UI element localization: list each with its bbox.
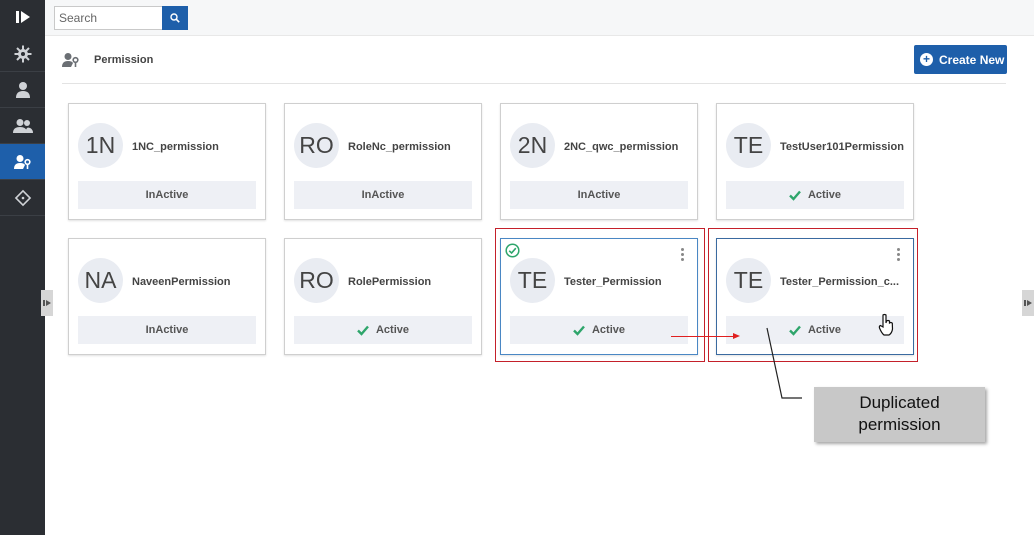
annotation-arrow <box>671 336 735 337</box>
annotation-arrow-head <box>733 333 740 339</box>
status-badge: Active <box>294 316 472 344</box>
avatar: RO <box>294 123 339 168</box>
create-new-label: Create New <box>939 52 1005 67</box>
page-header: Permission + Create New <box>62 44 1007 84</box>
create-new-button[interactable]: + Create New <box>914 45 1007 74</box>
right-expand-handle[interactable] <box>1022 290 1034 316</box>
status-badge: InActive <box>78 316 256 344</box>
check-icon <box>789 190 801 201</box>
sidebar-item-tag[interactable] <box>0 180 45 216</box>
callout-line-1: Duplicated <box>859 393 940 412</box>
sidebar-item-users[interactable] <box>0 108 45 144</box>
avatar: TE <box>726 123 771 168</box>
avatar: 2N <box>510 123 555 168</box>
logo-icon[interactable] <box>0 0 45 33</box>
top-bar <box>45 0 1034 36</box>
search-button[interactable] <box>162 6 188 30</box>
permission-icon <box>13 154 31 169</box>
permission-card[interactable]: TE TestUser101Permission Active <box>716 103 914 220</box>
status-badge: InActive <box>510 181 688 209</box>
permission-card[interactable]: RO RolePermission Active <box>284 238 482 355</box>
avatar: 1N <box>78 123 123 168</box>
status-badge: InActive <box>78 181 256 209</box>
search-input[interactable] <box>54 6 162 30</box>
permission-card[interactable]: RO RoleNc_permission InActive <box>284 103 482 220</box>
permission-card[interactable]: 1N 1NC_permission InActive <box>68 103 266 220</box>
sidebar-item-settings[interactable] <box>0 36 45 72</box>
permission-card[interactable]: NA NaveenPermission InActive <box>68 238 266 355</box>
check-icon <box>357 325 369 336</box>
page-title: Permission <box>94 54 154 66</box>
callout-line-2: permission <box>858 415 941 434</box>
annotation-callout: Duplicated permission <box>814 387 985 442</box>
permission-name: RoleNc_permission <box>348 141 451 153</box>
settings-icon <box>14 45 31 62</box>
permission-name: TestUser101Permission <box>780 141 904 153</box>
avatar: RO <box>294 258 339 303</box>
permission-name: NaveenPermission <box>132 276 231 288</box>
callout-pointer-line <box>766 327 802 399</box>
expand-icon <box>1024 300 1032 306</box>
tag-icon <box>14 189 31 206</box>
annotation-box-original <box>495 228 705 362</box>
plus-icon: + <box>920 53 933 66</box>
user-icon <box>15 81 30 98</box>
permission-name: RolePermission <box>348 276 432 288</box>
sidebar-item-user[interactable] <box>0 72 45 108</box>
sidebar-item-permission[interactable] <box>0 144 45 180</box>
users-icon <box>12 118 33 133</box>
permission-name: 2NC_qwc_permission <box>564 141 679 153</box>
status-badge: InActive <box>294 181 472 209</box>
status-badge: Active <box>726 181 904 209</box>
expand-icon <box>43 300 51 306</box>
search-icon <box>170 13 180 23</box>
sidebar <box>0 0 45 535</box>
permission-icon <box>62 52 80 73</box>
permission-name: 1NC_permission <box>132 141 219 153</box>
avatar: NA <box>78 258 123 303</box>
permission-card[interactable]: 2N 2NC_qwc_permission InActive <box>500 103 698 220</box>
left-expand-handle[interactable] <box>41 290 53 316</box>
